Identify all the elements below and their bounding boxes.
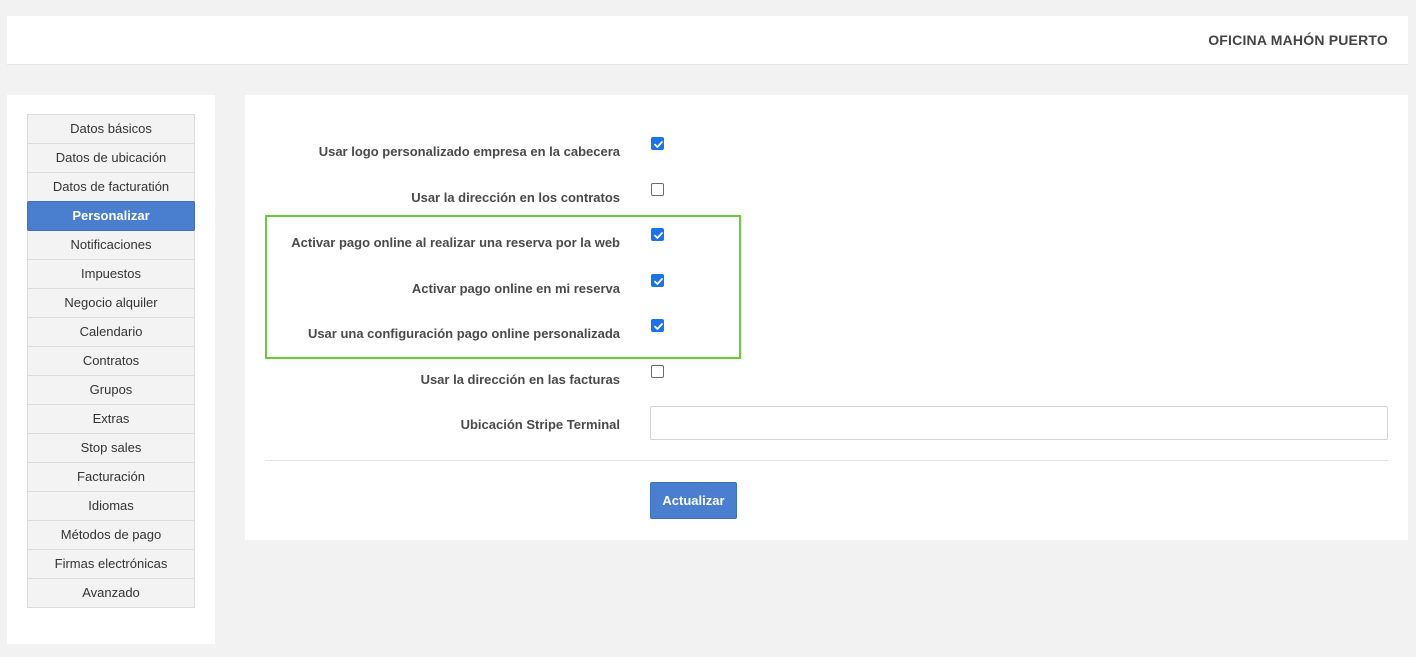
sidebar-item-negocio-alquiler[interactable]: Negocio alquiler [27, 288, 195, 318]
sidebar-item-extras[interactable]: Extras [27, 404, 195, 434]
option-label: Usar una configuración pago online perso… [307, 326, 620, 341]
form-divider [265, 460, 1388, 461]
sidebar-item-impuestos[interactable]: Impuestos [27, 259, 195, 289]
office-name: OFICINA MAHÓN PUERTO [1208, 32, 1388, 48]
update-button[interactable]: Actualizar [650, 482, 737, 519]
option-label: Activar pago online al realizar una rese… [291, 235, 620, 250]
option-row-pago-web: Activar pago online al realizar una rese… [245, 228, 1408, 258]
sidebar-item-calendario[interactable]: Calendario [27, 317, 195, 347]
option-row-pago-personalizado: Usar una configuración pago online perso… [245, 319, 1408, 349]
check-mark-icon [654, 323, 663, 330]
direccion-contratos-checkbox[interactable] [651, 183, 664, 196]
direccion-facturas-checkbox[interactable] [651, 365, 664, 378]
option-label: Usar logo personalizado empresa en la ca… [318, 144, 620, 159]
settings-menu: Datos básicos Datos de ubicación Datos d… [27, 114, 195, 608]
pago-web-checkbox[interactable] [651, 228, 664, 241]
sidebar-item-datos-ubicacion[interactable]: Datos de ubicación [27, 143, 195, 173]
sidebar-item-avanzado[interactable]: Avanzado [27, 578, 195, 608]
stripe-terminal-input[interactable] [650, 406, 1388, 440]
sidebar-item-facturacion[interactable]: Facturación [27, 462, 195, 492]
sidebar-item-metodos-pago[interactable]: Métodos de pago [27, 520, 195, 550]
sidebar-item-idiomas[interactable]: Idiomas [27, 491, 195, 521]
sidebar-item-notificaciones[interactable]: Notificaciones [27, 230, 195, 260]
sidebar-item-grupos[interactable]: Grupos [27, 375, 195, 405]
option-label: Usar la dirección en las facturas [420, 372, 620, 387]
option-label: Usar la dirección en los contratos [411, 190, 620, 205]
top-header: OFICINA MAHÓN PUERTO [7, 16, 1408, 65]
sidebar-item-datos-basicos[interactable]: Datos básicos [27, 114, 195, 144]
settings-form-panel: Usar logo personalizado empresa en la ca… [245, 95, 1408, 540]
check-mark-icon [654, 141, 663, 148]
check-mark-icon [654, 232, 663, 239]
pago-personalizado-checkbox[interactable] [651, 319, 664, 332]
logo-checkbox[interactable] [651, 137, 664, 150]
option-row-pago-mi-reserva: Activar pago online en mi reserva [245, 274, 1408, 304]
sidebar-item-stop-sales[interactable]: Stop sales [27, 433, 195, 463]
stripe-terminal-label: Ubicación Stripe Terminal [460, 417, 620, 432]
pago-mi-reserva-checkbox[interactable] [651, 274, 664, 287]
sidebar-item-firmas-electronicas[interactable]: Firmas electrónicas [27, 549, 195, 579]
option-row-logo: Usar logo personalizado empresa en la ca… [245, 137, 1408, 167]
settings-sidebar: Datos básicos Datos de ubicación Datos d… [7, 95, 215, 644]
sidebar-item-personalizar[interactable]: Personalizar [27, 201, 195, 231]
check-mark-icon [654, 278, 663, 285]
sidebar-item-contratos[interactable]: Contratos [27, 346, 195, 376]
sidebar-item-datos-facturacion[interactable]: Datos de facturatión [27, 172, 195, 202]
option-row-direccion-contratos: Usar la dirección en los contratos [245, 183, 1408, 213]
option-row-direccion-facturas: Usar la dirección en las facturas [245, 365, 1408, 395]
option-label: Activar pago online en mi reserva [411, 281, 620, 296]
